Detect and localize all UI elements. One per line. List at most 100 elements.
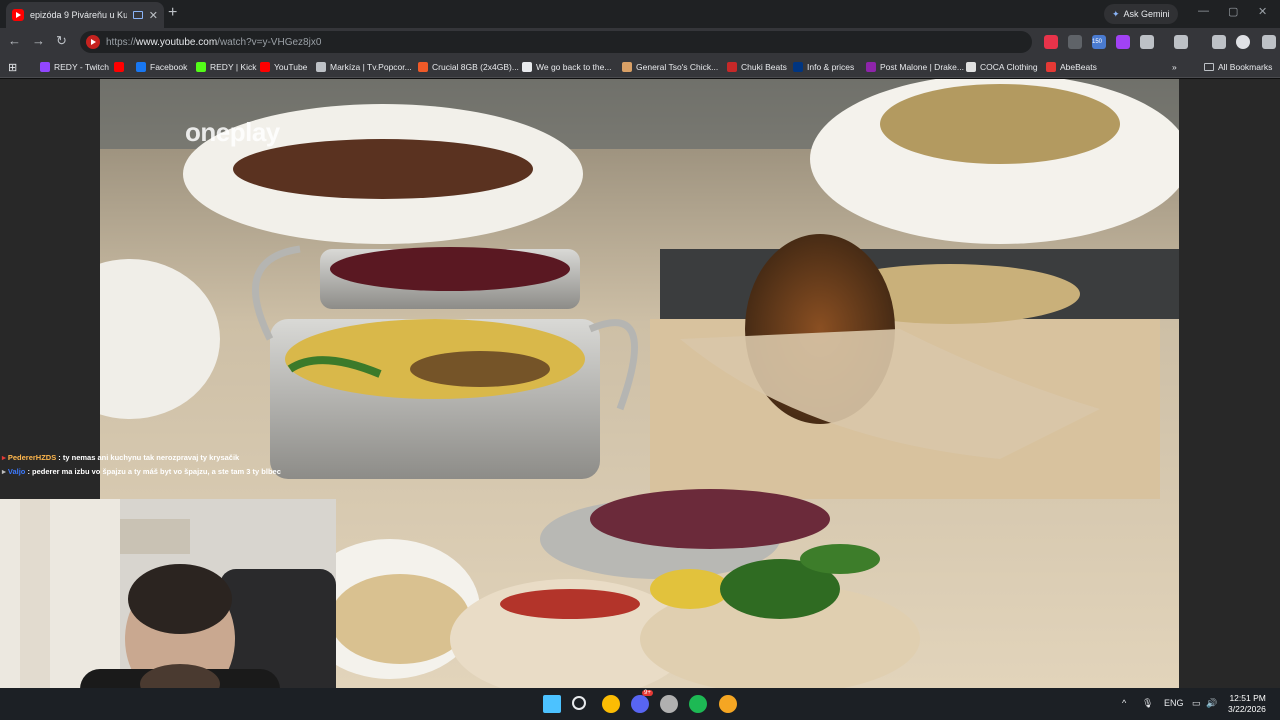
chat-text: : ty nemas ani kuchynu tak nerozpravaj t… (56, 453, 240, 462)
booking-icon (793, 62, 803, 72)
obs-icon[interactable] (660, 695, 678, 713)
bookmark-label: Info & prices (807, 62, 855, 72)
microphone-icon[interactable]: 🎙 (1142, 698, 1153, 709)
windows-start-icon[interactable] (543, 695, 561, 713)
bookmark-label: Crucial 8GB (2x4GB)... (432, 62, 519, 72)
chat-message: ▸ Valjo : pederer ma izbu vo špajzu a ty… (2, 467, 281, 476)
all-bookmarks-label: All Bookmarks (1218, 62, 1273, 72)
abe-icon (1046, 62, 1056, 72)
new-tab-button[interactable]: + (168, 4, 177, 22)
ask-gemini-button[interactable]: ✦ Ask Gemini (1104, 4, 1178, 24)
chrome-icon[interactable] (602, 695, 620, 713)
bookmark-item[interactable]: REDY | Kick (196, 60, 256, 74)
bookmark-item[interactable]: YouTube (260, 60, 307, 74)
profile-avatar[interactable] (1236, 35, 1250, 49)
twitch-icon (40, 62, 50, 72)
more-menu-icon[interactable] (1262, 35, 1276, 49)
url-text: https://www.youtube.com/watch?v=y-VHGez8… (106, 36, 322, 48)
bookmarks-overflow-button[interactable]: » (1172, 60, 1177, 74)
bookmark-item[interactable]: COCA Clothing (966, 60, 1038, 74)
notification-badge: 9+ (642, 690, 653, 696)
music-icon (866, 62, 876, 72)
playlist-icon[interactable] (1212, 35, 1226, 49)
bookmark-label: REDY | Kick (210, 62, 257, 72)
fl-studio-icon[interactable] (719, 695, 737, 713)
youtube-icon (114, 62, 124, 72)
badge-extension-icon[interactable]: 150 (1092, 35, 1106, 49)
globe-icon (316, 62, 326, 72)
kick-icon (196, 62, 206, 72)
bookmark-label: Markíza | Tv.Popcor... (330, 62, 412, 72)
recipe-icon (622, 62, 632, 72)
back-button[interactable]: ← (8, 33, 21, 48)
language-indicator[interactable]: ENG (1164, 698, 1184, 708)
oneplay-watermark: oneplay (185, 117, 280, 147)
site-info-icon[interactable] (86, 35, 100, 49)
browser-toolbar: ← → ↻ https://www.youtube.com/watch?v=y-… (0, 28, 1280, 56)
streamer-webcam-image (0, 499, 336, 720)
bookmark-label: COCA Clothing (980, 62, 1038, 72)
bookmark-label: Chuki Beats (741, 62, 787, 72)
tray-overflow-icon[interactable]: ^ (1122, 698, 1126, 708)
reload-button[interactable]: ↻ (56, 33, 67, 49)
youtube-icon (260, 62, 270, 72)
coca-icon (966, 62, 976, 72)
pink-extension-icon[interactable] (1116, 35, 1130, 49)
tab-youtube[interactable]: epizóda 9 Piváreňu u Kultúr ✕ (6, 2, 164, 28)
puzzle-icon[interactable] (1140, 35, 1154, 49)
bookmark-label: Post Malone | Drake... (880, 62, 964, 72)
address-bar[interactable]: https://www.youtube.com/watch?v=y-VHGez8… (80, 31, 1032, 53)
webcam-overlay (0, 499, 336, 720)
system-clock[interactable]: 12:51 PM 3/22/2026 (1228, 693, 1266, 715)
bookmark-label: YouTube (274, 62, 308, 72)
bookmark-item[interactable]: General Tso's Chick... (622, 60, 718, 74)
chat-badge-icon: ▸ (2, 453, 6, 462)
red-extension-icon[interactable] (1044, 35, 1058, 49)
volume-icon[interactable]: 🔊 (1206, 698, 1217, 709)
apps-grid-icon[interactable]: ⊞ (8, 60, 17, 74)
forward-button[interactable]: → (32, 33, 45, 48)
bookmark-item[interactable]: Chuki Beats (727, 60, 787, 74)
search-icon[interactable] (572, 696, 586, 710)
all-bookmarks-button[interactable]: All Bookmarks (1204, 60, 1272, 74)
close-window-button[interactable]: ✕ (1258, 5, 1267, 18)
bookmark-item[interactable]: Facebook (136, 60, 187, 74)
facebook-icon (136, 62, 146, 72)
bookmark-label: General Tso's Chick... (636, 62, 719, 72)
minimize-button[interactable]: — (1198, 5, 1209, 17)
chat-username: Valjo (7, 467, 26, 476)
bookmark-label: REDY - Twitch (54, 62, 109, 72)
clock-time: 12:51 PM (1229, 693, 1266, 703)
display-icon[interactable]: ▭ (1192, 698, 1201, 709)
chuki-icon (727, 62, 737, 72)
folder-icon (1204, 63, 1214, 71)
bookmark-item[interactable]: AbeBeats (1046, 60, 1097, 74)
clock-date: 3/22/2026 (1228, 704, 1266, 714)
chat-text: : pederer ma izbu vo špajzu a ty máš byt… (25, 467, 281, 476)
windows-taskbar: 9+ ^ 🎙 ENG ▭ 🔊 12:51 PM 3/22/2026 (0, 688, 1280, 720)
ask-gemini-label: Ask Gemini (1123, 9, 1170, 19)
bookmark-label: Facebook (150, 62, 188, 72)
google-icon (522, 62, 532, 72)
bookmark-item[interactable] (114, 60, 128, 74)
discord-icon[interactable]: 9+ (631, 690, 653, 713)
tab-title: epizóda 9 Piváreňu u Kultúr (30, 10, 127, 20)
chat-message: ▸ PedererHZDS : ty nemas ani kuchynu tak… (2, 453, 239, 462)
chat-badge-icon: ▸ (2, 467, 6, 476)
tab-bar: epizóda 9 Piváreňu u Kultúr ✕ + ✦ Ask Ge… (0, 0, 1280, 28)
gemini-icon: ✦ (1112, 8, 1120, 19)
bookmark-item[interactable]: Post Malone | Drake... (866, 60, 964, 74)
bookmark-item[interactable]: Crucial 8GB (2x4GB)... (418, 60, 519, 74)
bookmarks-bar: ⊞ REDY - Twitch Facebook REDY | Kick YouTub… (0, 56, 1280, 78)
bookmark-item[interactable]: REDY - Twitch (40, 60, 109, 74)
bookmark-item[interactable]: Markíza | Tv.Popcor... (316, 60, 412, 74)
tab-close-icon[interactable]: ✕ (149, 9, 158, 22)
chat-username: PedererHZDS (7, 453, 57, 462)
arrow-extension-icon[interactable] (1068, 35, 1082, 49)
cast-icon (132, 11, 143, 19)
sidepanel-icon[interactable] (1174, 35, 1188, 49)
maximize-button[interactable]: ▢ (1228, 5, 1238, 18)
bookmark-item[interactable]: We go back to the... (522, 60, 611, 74)
bookmark-item[interactable]: Info & prices (793, 60, 854, 74)
spotify-icon[interactable] (689, 695, 707, 713)
